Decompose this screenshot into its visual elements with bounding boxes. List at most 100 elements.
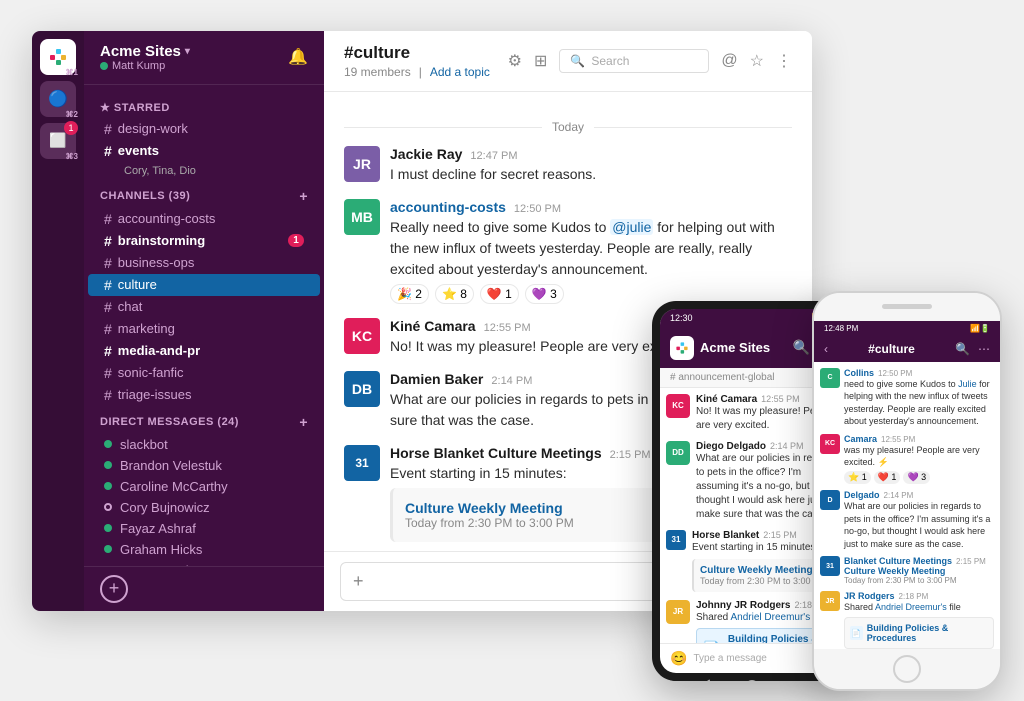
avatar-event: 31 [344, 445, 380, 481]
message-meredith-brown: MB accounting-costs 12:50 PM Really need… [344, 199, 792, 304]
message-time-5: 2:15 PM [610, 449, 651, 461]
android-logo-icon [670, 336, 694, 360]
iphone-more-icon[interactable]: ⋯ [978, 342, 990, 356]
sidebar-item-marketing[interactable]: #marketing [88, 318, 320, 340]
iphone-screen: 12:48 PM 📶🔋 ‹ #culture 🔍 ⋯ C Collins [814, 321, 1000, 649]
dm-status-graham [104, 545, 112, 553]
sidebar-item-business-ops[interactable]: #business-ops [88, 252, 320, 274]
iphone-reactions: ⭐ 1 ❤️ 1 💜 3 [844, 471, 994, 484]
iphone-avatar-5: JR [820, 591, 840, 611]
input-plus-icon[interactable]: + [353, 571, 364, 592]
iphone-msg-5: JR JR Rodgers 2:18 PM Shared Andriel Dre… [820, 591, 994, 648]
more-icon[interactable]: ⋮ [776, 51, 792, 71]
sidebar-bottom: + [84, 566, 324, 611]
sidebar-header: Acme Sites ▾ Matt Kump 🔔 [84, 31, 324, 85]
iphone-avatar-2: KC [820, 434, 840, 454]
header-actions: ⚙ ⊞ 🔍 Search @ ☆ ⋮ [508, 49, 792, 73]
starred-section-title: ★ STARRED [84, 93, 324, 118]
message-time-4: 2:14 PM [491, 375, 532, 387]
iphone-msg-1: C Collins 12:50 PM need to give some Kud… [820, 368, 994, 428]
reaction-1[interactable]: 🎉 2 [390, 284, 429, 304]
sidebar-item-events[interactable]: #events [88, 140, 320, 162]
reaction-3[interactable]: ❤️ 1 [480, 284, 519, 304]
app-icon-3[interactable]: ⬜ 1 ⌘3 [40, 123, 76, 159]
android-back-button[interactable] [698, 679, 710, 681]
grid-icon[interactable]: ⊞ [534, 51, 547, 71]
message-author-2: accounting-costs [390, 199, 506, 215]
dm-brandon[interactable]: Brandon Velestuk [88, 455, 320, 476]
dm-status-fayaz [104, 524, 112, 532]
message-author-3: Kiné Camara [390, 318, 476, 334]
android-avatar-1: KC [666, 394, 690, 418]
dm-slackbot[interactable]: slackbot [88, 434, 320, 455]
iphone-shared-post[interactable]: 📄 Building Policies & Procedures [844, 617, 994, 648]
reaction-4[interactable]: 💜 3 [525, 284, 564, 304]
sidebar-item-sonic-fanfic[interactable]: #sonic-fanfic [88, 362, 320, 384]
android-home-button[interactable] [745, 680, 759, 681]
search-icon: 🔍 [570, 54, 585, 68]
android-avatar-4: JR [666, 600, 690, 624]
avatar-jackie-ray: JR [344, 146, 380, 182]
search-box[interactable]: 🔍 Search [559, 49, 709, 73]
status-dot [100, 62, 108, 70]
dm-status-brandon [104, 461, 112, 469]
message-author-5: Horse Blanket Culture Meetings [390, 445, 602, 461]
sidebar-item-design-chat[interactable]: #chat [88, 296, 320, 318]
add-dm-icon[interactable]: + [299, 414, 308, 430]
icon-label-2: ⌘2 [66, 110, 78, 119]
message-time-2: 12:50 PM [514, 203, 561, 215]
user-status: Matt Kump [100, 60, 190, 72]
avatar-damien-baker-1: DB [344, 371, 380, 407]
channel-meta: 19 members | Add a topic [344, 65, 490, 79]
iphone-avatar-3: D [820, 490, 840, 510]
notification-badge: 1 [64, 121, 78, 135]
android-workspace-name: Acme Sites [700, 340, 770, 355]
dm-caroline[interactable]: Caroline McCarthy [88, 476, 320, 497]
iphone-search-icon[interactable]: 🔍 [955, 342, 970, 356]
iphone-msg-event: 31 Blanket Culture Meetings 2:15 PM Cult… [820, 556, 994, 585]
android-emoji-icon[interactable]: 😊 [670, 650, 687, 667]
sidebar-item-accounting-costs[interactable]: #accounting-costs [88, 208, 320, 230]
dm-fayaz[interactable]: Fayaz Ashraf [88, 518, 320, 539]
iphone-home-button[interactable] [893, 655, 921, 683]
sidebar-item-brainstorming[interactable]: #brainstorming 1 [88, 230, 320, 252]
app-container: ⌘1 🔵 ⌘2 ⬜ 1 ⌘3 Acme Sites ▾ [32, 31, 992, 671]
dm-graham[interactable]: Graham Hicks [88, 539, 320, 560]
message-time-3: 12:55 PM [484, 322, 531, 334]
app-icon-1[interactable]: ⌘1 [40, 39, 76, 75]
message-text-2: Really need to give some Kudos to @julie… [390, 217, 792, 280]
star-icon[interactable]: ☆ [750, 51, 764, 71]
message-author-1: Jackie Ray [390, 146, 462, 162]
sidebar-item-media-and-pr[interactable]: #media-and-pr [88, 340, 320, 362]
iphone-back-icon[interactable]: ‹ [824, 342, 828, 356]
reaction-2[interactable]: ⭐ 8 [435, 284, 474, 304]
workspace-name[interactable]: Acme Sites ▾ [100, 43, 190, 60]
channels-section-title: CHANNELS (39) + [84, 180, 324, 208]
iphone-avatar-event: 31 [820, 556, 840, 576]
sidebar-item-culture[interactable]: #culture [88, 274, 320, 296]
android-search-icon[interactable]: 🔍 [793, 339, 810, 356]
at-icon[interactable]: @ [721, 52, 737, 70]
sidebar-item-design-work[interactable]: #design-work [88, 118, 320, 140]
mention-julie: @julie [610, 219, 653, 235]
sidebar-content: ★ STARRED #design-work #events Cory, Tin… [84, 85, 324, 566]
iphone-speaker [882, 304, 932, 309]
date-divider: Today [344, 120, 792, 134]
dm-status-cory [104, 503, 112, 511]
iphone-messages: C Collins 12:50 PM need to give some Kud… [814, 362, 1000, 649]
brainstorming-badge: 1 [288, 234, 304, 247]
dm-status-caroline [104, 482, 112, 490]
iphone-msg-3: D Delgado 2:14 PM What are our policies … [820, 490, 994, 550]
gear-icon[interactable]: ⚙ [508, 51, 522, 71]
workspace-chevron: ▾ [185, 46, 190, 57]
message-text-1: I must decline for secret reasons. [390, 164, 792, 185]
dm-cory[interactable]: Cory Bujnowicz [88, 497, 320, 518]
message-jackie-ray: JR Jackie Ray 12:47 PM I must decline fo… [344, 146, 792, 185]
add-workspace-button[interactable]: + [100, 575, 128, 603]
sidebar-item-triage-issues[interactable]: #triage-issues [88, 384, 320, 406]
add-channel-icon[interactable]: + [299, 188, 308, 204]
message-author-4: Damien Baker [390, 371, 483, 387]
avatar-meredith-brown: MB [344, 199, 380, 235]
bell-icon[interactable]: 🔔 [288, 47, 308, 67]
app-icon-2[interactable]: 🔵 ⌘2 [40, 81, 76, 117]
